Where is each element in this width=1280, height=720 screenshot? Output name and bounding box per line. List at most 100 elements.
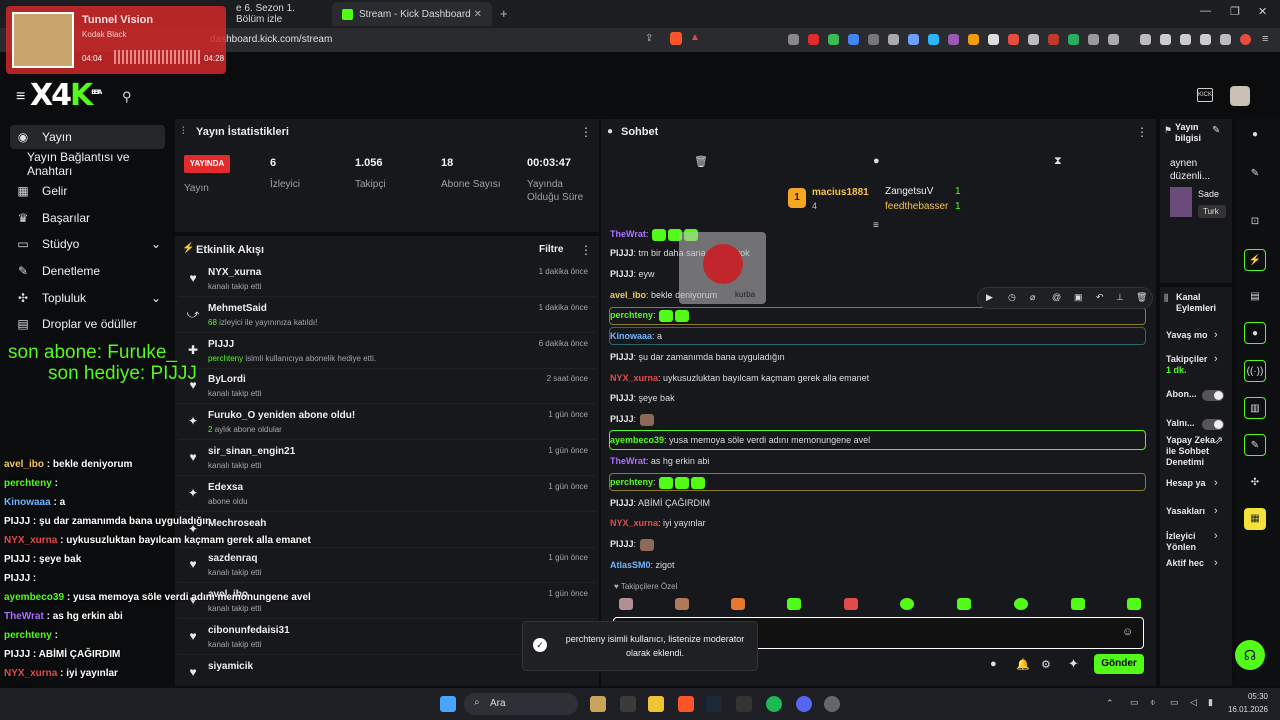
chat-message[interactable]: perchteny:	[610, 307, 690, 323]
more-options-icon[interactable]: ⋮	[1136, 125, 1148, 139]
chat-username[interactable]: TheWrat	[610, 229, 646, 239]
copy-icon[interactable]: ▣	[1074, 292, 1083, 303]
reply-icon[interactable]: ↶	[1096, 292, 1104, 303]
emote-icon[interactable]	[1071, 598, 1085, 610]
extension-icon[interactable]	[1108, 34, 1119, 45]
notification-icon[interactable]: 🔔	[1016, 658, 1030, 671]
community-icon[interactable]: ✣	[1244, 472, 1266, 494]
chat-message[interactable]: PIJJJ: şu dar zamanımda bana uyguladığın	[610, 349, 785, 365]
edit-icon[interactable]: ✎	[1212, 125, 1220, 136]
extension-icon[interactable]	[988, 34, 999, 45]
chat-username[interactable]: PIJJJ	[610, 393, 634, 403]
sidebar-item-topluluk[interactable]: ✣ Topluluk ⌄	[10, 286, 165, 310]
feed-row[interactable]: ✦ Edexsa abone oldu 1 gün önce	[178, 477, 596, 512]
chat-message[interactable]: PIJJJ:	[610, 536, 655, 552]
emote-icon[interactable]	[675, 598, 689, 610]
feed-filter-button[interactable]: Filtre	[539, 244, 563, 255]
chevron-right-icon[interactable]: ›	[1214, 329, 1218, 341]
play-icon[interactable]: ▶	[986, 292, 993, 303]
send-button[interactable]: Gönder	[1094, 654, 1144, 674]
menu-icon[interactable]: ≡	[1262, 33, 1268, 45]
chat-username[interactable]: PIJJJ	[610, 248, 634, 258]
emote-icon[interactable]	[787, 598, 801, 610]
sidebar-item-stream-key[interactable]: Yayın Bağlantısı ve Anahtarı	[10, 150, 165, 178]
sidebar-item-studyo[interactable]: ▭ Stüdyo ⌄	[10, 232, 165, 256]
extension-icon[interactable]	[928, 34, 939, 45]
chat-message[interactable]: Kinowaaa: a	[610, 328, 662, 344]
tag-chip[interactable]: Turk	[1198, 205, 1226, 218]
epic-games-icon[interactable]	[736, 696, 752, 712]
slow-icon[interactable]: ⌀	[1030, 292, 1035, 303]
extension-icon[interactable]	[1048, 34, 1059, 45]
sidebar-item-yayin[interactable]: ◉ Yayın	[10, 125, 165, 149]
extension-icon[interactable]	[888, 34, 899, 45]
extensions-icon[interactable]	[1088, 34, 1099, 45]
rewards-icon[interactable]: ▲	[690, 32, 700, 43]
leaderboard-user[interactable]: feedthebasser	[885, 201, 948, 212]
leo-icon[interactable]	[1200, 34, 1211, 45]
leaderboard-user[interactable]: macius1881	[812, 187, 869, 198]
emote-menu-icon[interactable]: ✦	[1068, 656, 1079, 672]
extension-icon[interactable]	[908, 34, 919, 45]
chat-username[interactable]: NYX_xurna	[610, 373, 658, 383]
clock-date[interactable]: 16.01.2026	[1222, 705, 1268, 714]
chat-username[interactable]: PIJJJ	[610, 539, 634, 549]
document-icon[interactable]: ▤	[1244, 286, 1266, 308]
emote-icon[interactable]	[619, 598, 633, 610]
network-icon[interactable]: ▭	[1170, 697, 1179, 708]
feed-row[interactable]: ✦ Furuko_O yeniden abone oldu! 2 aylık abo…	[178, 405, 596, 441]
chat-username[interactable]: AtlasSM0	[610, 560, 651, 570]
chat-username[interactable]: ayembeco39	[610, 435, 664, 445]
leaderboard-user[interactable]: ZangetsuV	[885, 186, 933, 197]
share-icon[interactable]: ⇪	[645, 33, 653, 44]
sidebar-item-droplar[interactable]: ▤ Droplar ve ödüller	[10, 312, 165, 336]
extension-icon[interactable]	[968, 34, 979, 45]
chat-username[interactable]: perchteny	[610, 477, 653, 487]
toggle-switch[interactable]	[1202, 419, 1224, 430]
chat-message[interactable]: AtlasSM0: zigot	[610, 557, 675, 573]
chat-message[interactable]: ayembeco39: yusa memoya söle verdi adını…	[610, 432, 870, 448]
extension-icon[interactable]	[808, 34, 819, 45]
layout-icon[interactable]: ▥	[1244, 397, 1266, 419]
chevron-right-icon[interactable]: ›	[1214, 477, 1218, 489]
chat-message[interactable]: NYX_xurna: iyi yayınlar	[610, 515, 706, 531]
emote-icon[interactable]	[731, 598, 745, 610]
chat-settings-icon[interactable]: ●	[990, 658, 997, 670]
clapper-icon[interactable]: ▦	[1244, 508, 1266, 530]
windows-start-icon[interactable]	[440, 696, 456, 712]
mention-icon[interactable]: @	[1052, 292, 1061, 302]
user-avatar[interactable]	[1230, 86, 1250, 106]
extension-icon[interactable]	[1068, 34, 1079, 45]
wallet-icon[interactable]	[1180, 34, 1191, 45]
toggle-switch[interactable]	[1202, 390, 1224, 401]
feed-row[interactable]: ♥ ByLordi kanalı takip etti 2 saat önce	[178, 369, 596, 405]
more-options-icon[interactable]: ⋮	[580, 243, 592, 257]
trash-icon[interactable]: 🗑	[694, 155, 708, 168]
chat-message[interactable]: perchteny:	[610, 474, 706, 490]
external-link-icon[interactable]: ⇗	[1214, 434, 1223, 447]
wrench-icon[interactable]: ✎	[1244, 434, 1266, 456]
chat-username[interactable]: PIJJJ	[610, 498, 634, 508]
discord-icon[interactable]	[796, 696, 812, 712]
clock-time[interactable]: 05:30	[1232, 692, 1268, 701]
brave-browser-icon[interactable]	[678, 696, 694, 712]
chat-message[interactable]: NYX_xurna: uykusuzluktan bayılcam kaçmam…	[610, 370, 869, 386]
chat-username[interactable]: perchteny	[610, 310, 653, 320]
close-window-icon[interactable]: ✕	[1258, 5, 1267, 18]
url-field[interactable]: dashboard.kick.com/stream	[210, 32, 710, 48]
browser-tab-2[interactable]: Stream - Kick Dashboard ✕	[332, 2, 492, 26]
chevron-right-icon[interactable]: ›	[1214, 530, 1218, 542]
chat-username[interactable]: NYX_xurna	[610, 518, 658, 528]
chat-message[interactable]: PIJJJ: eyw	[610, 266, 655, 282]
minimize-icon[interactable]: —	[1200, 5, 1211, 17]
taskbar-search[interactable]: ⌕ Ara	[464, 693, 578, 715]
help-icon[interactable]: ☊	[1235, 640, 1265, 670]
chat-icon[interactable]: ●	[1244, 322, 1266, 344]
chat-message[interactable]: PIJJJ:	[610, 411, 655, 427]
emote-icon[interactable]	[844, 598, 858, 610]
chat-username[interactable]: avel_ibo	[610, 290, 646, 300]
extension-icon[interactable]	[948, 34, 959, 45]
chat-message[interactable]: PIJJJ: ABİMİ ÇAĞIRDIM	[610, 495, 710, 511]
chat-username[interactable]: PIJJJ	[610, 414, 634, 424]
hamburger-menu-icon[interactable]: ≡	[16, 88, 25, 106]
